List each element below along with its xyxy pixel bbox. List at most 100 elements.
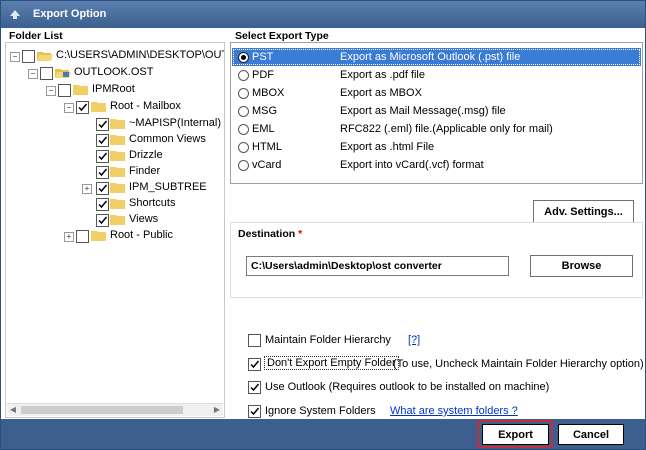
export-option-pdf[interactable]: PDF Export as .pdf file [232,66,641,84]
export-button[interactable]: Export [482,424,549,445]
tree-checkbox[interactable] [76,230,89,243]
scroll-left-icon[interactable]: ◀ [7,404,19,416]
help-link[interactable]: [?] [408,334,420,346]
radio-button[interactable] [238,106,249,117]
export-option-name: PDF [252,69,274,81]
tree-item-label: Root - Public [110,229,173,241]
dont-export-empty-label: Don't Export Empty Folder [264,356,399,370]
expand-icon[interactable]: + [82,184,92,194]
folder-icon [110,119,125,129]
browse-button[interactable]: Browse [530,255,633,277]
app-icon [8,7,22,21]
radio-button[interactable] [238,160,249,171]
ignore-system-checkbox[interactable] [248,405,261,418]
folder-icon [110,215,125,225]
folder-icon [110,199,125,209]
folder-tree[interactable]: − C:\USERS\ADMIN\DESKTOP\OUTLO − OUTLOOK… [5,42,225,418]
expand-icon[interactable]: + [64,232,74,242]
cancel-button[interactable]: Cancel [558,424,624,445]
tree-checkbox[interactable] [22,50,35,63]
tree-checkbox[interactable] [96,150,109,163]
tree-item-label: Finder [129,165,161,177]
title-bar: Export Option [1,1,645,28]
export-option-desc: Export as MBOX [340,87,422,99]
tree-item-label: Root - Mailbox [110,100,181,112]
tree-checkbox[interactable] [96,214,109,227]
export-option-pst[interactable]: PST Export as Microsoft Outlook (.pst) f… [232,48,641,66]
tree-checkbox[interactable] [76,101,89,114]
radio-button[interactable] [238,88,249,99]
system-folders-link[interactable]: What are system folders ? [390,405,518,417]
dont-export-empty-checkbox[interactable] [248,358,261,371]
tree-item-label: IPMRoot [92,83,135,95]
export-option-name: HTML [252,141,282,153]
tree-item-label: Views [129,213,159,225]
export-option-html[interactable]: HTML Export as .html File [232,138,641,156]
destination-label: Destination * [238,228,303,240]
folder-icon [91,102,106,112]
collapse-icon[interactable]: − [28,69,38,79]
folder-icon [73,85,88,95]
collapse-icon[interactable]: − [10,52,20,62]
export-type-label: Select Export Type [235,30,329,42]
use-outlook-checkbox[interactable] [248,381,261,394]
folder-icon [110,167,125,177]
tree-checkbox[interactable] [96,198,109,211]
tree-item-label: IPM_SUBTREE [129,181,207,193]
maintain-hierarchy-checkbox[interactable] [248,334,261,347]
horizontal-scrollbar[interactable]: ◀ ▶ [7,403,223,416]
folder-icon [110,135,125,145]
export-option-name: vCard [252,159,282,171]
export-option-name: EML [252,123,275,135]
tree-item-label: Shortcuts [129,197,176,209]
radio-button[interactable] [238,52,249,63]
export-option-eml[interactable]: EML RFC822 (.eml) file.(Applicable only … [232,120,641,138]
radio-button[interactable] [238,70,249,81]
open-folder-icon [37,52,53,61]
export-option-desc: Export as .html File [340,141,435,153]
tree-item-label: OUTLOOK.OST [74,66,154,78]
export-option-msg[interactable]: MSG Export as Mail Message(.msg) file [232,102,641,120]
export-option-desc: Export as Mail Message(.msg) file [340,105,506,117]
radio-button[interactable] [238,124,249,135]
adv-settings-button[interactable]: Adv. Settings... [533,200,634,223]
folder-icon [110,183,125,193]
export-option-name: MBOX [252,87,285,99]
ignore-system-label: Ignore System Folders [265,405,376,417]
export-option-desc: RFC822 (.eml) file.(Applicable only for … [340,123,553,135]
destination-path-input[interactable]: C:\Users\admin\Desktop\ost converter [246,256,509,276]
scroll-right-icon[interactable]: ▶ [211,404,223,416]
tree-checkbox[interactable] [96,134,109,147]
export-option-mbox[interactable]: MBOX Export as MBOX [232,84,641,102]
collapse-icon[interactable]: − [46,86,56,96]
export-option-window: Export Option Folder List − C:\USERS\ADM… [0,0,646,450]
folder-list-label: Folder List [9,30,63,42]
export-option-desc: Export as .pdf file [340,69,425,81]
maintain-hierarchy-label: Maintain Folder Hierarchy [265,334,391,346]
export-option-name: MSG [252,105,278,117]
required-mark: * [298,228,303,240]
folder-icon [91,231,106,241]
tree-item-label: Common Views [129,133,206,145]
tree-checkbox[interactable] [96,166,109,179]
export-option-desc: Export into vCard(.vcf) format [340,159,484,171]
tree-item-label: Drizzle [129,149,163,161]
scrollbar-thumb[interactable] [21,406,183,414]
export-option-vcard[interactable]: vCard Export into vCard(.vcf) format [232,156,641,174]
export-option-name: PST [252,51,274,63]
tree-item-label: C:\USERS\ADMIN\DESKTOP\OUTLO [56,49,225,61]
use-outlook-label: Use Outlook (Requires outlook to be inst… [265,381,550,393]
tree-item-root-path[interactable]: − C:\USERS\ADMIN\DESKTOP\OUTLO [10,48,224,64]
folder-icon [110,151,125,161]
tree-checkbox[interactable] [96,182,109,195]
tree-checkbox[interactable] [40,67,53,80]
export-option-desc: Export as Microsoft Outlook (.pst) file [340,51,521,63]
tree-checkbox[interactable] [58,84,71,97]
dont-export-empty-note: (To use, Uncheck Maintain Folder Hierarc… [393,358,644,370]
tree-checkbox[interactable] [96,118,109,131]
radio-button[interactable] [238,142,249,153]
collapse-icon[interactable]: − [64,103,74,113]
export-type-list[interactable]: PST Export as Microsoft Outlook (.pst) f… [230,42,643,184]
ost-file-icon [55,69,71,78]
window-title: Export Option [33,8,107,20]
